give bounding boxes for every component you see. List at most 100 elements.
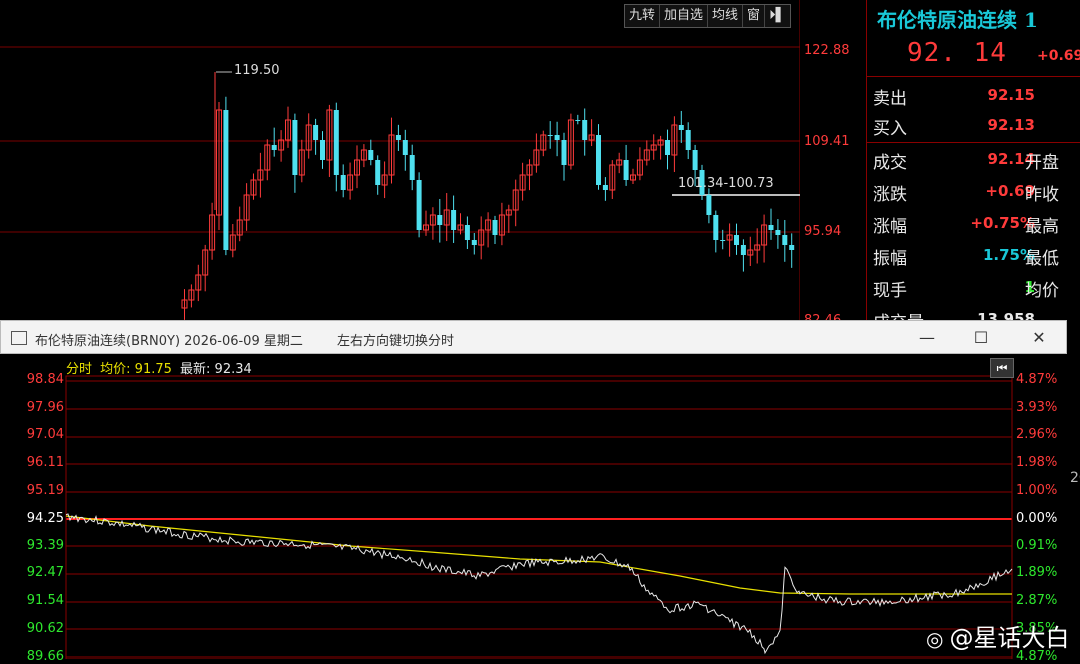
quote-row: 涨幅 +0.75% 最高 bbox=[873, 208, 1080, 238]
kline-candle bbox=[320, 140, 325, 160]
kline-candle bbox=[720, 240, 726, 241]
close-button[interactable]: ✕ bbox=[1019, 325, 1059, 351]
toolbar-add-favorite-button[interactable]: 加自选 bbox=[660, 5, 709, 27]
kline-ytick: 95.94 bbox=[804, 224, 842, 239]
kline-ytick: 109.41 bbox=[804, 134, 850, 149]
intraday-left-tick: 94.25 bbox=[26, 511, 64, 526]
toolbar-jiuzhuan-button[interactable]: 九转 bbox=[625, 5, 661, 27]
kline-candle bbox=[340, 175, 346, 190]
kline-candle bbox=[292, 120, 298, 175]
last-price: 92. 14 bbox=[907, 38, 1007, 68]
kline-candle bbox=[561, 140, 567, 165]
kline-candle bbox=[782, 235, 788, 245]
divider bbox=[867, 76, 1080, 77]
quote-row-label2: 昨收 bbox=[1025, 185, 1059, 205]
intraday-left-tick: 90.62 bbox=[26, 621, 64, 636]
kline-candle bbox=[602, 185, 608, 190]
kline-candle bbox=[789, 245, 795, 250]
instrument-title: 布伦特原油连续 1 bbox=[877, 8, 1038, 32]
kline-candle bbox=[554, 135, 560, 140]
kline-candle bbox=[471, 240, 477, 245]
kline-candle bbox=[692, 150, 698, 170]
back-to-start-icon[interactable]: ⏮ bbox=[990, 358, 1014, 378]
kline-candle bbox=[271, 145, 277, 150]
kline-candle bbox=[596, 135, 601, 185]
intraday-right-tick: 3.93% bbox=[1016, 400, 1058, 415]
intraday-right-tick: 2.87% bbox=[1016, 593, 1058, 608]
price-change: +0.69 bbox=[1037, 48, 1080, 64]
intraday-right-tick: 1.00% bbox=[1016, 483, 1058, 498]
kline-candle bbox=[368, 150, 374, 160]
quote-row-label2: 最低 bbox=[1025, 249, 1059, 269]
intraday-left-tick: 93.39 bbox=[26, 538, 64, 553]
chart-frame bbox=[65, 375, 1013, 659]
quote-row-label: 振幅 bbox=[873, 249, 907, 269]
toolbar-ma-button[interactable]: 均线 bbox=[708, 5, 744, 27]
latest-price-label: 最新: 92.34 bbox=[180, 362, 252, 377]
intraday-window: 布伦特原油连续(BRN0Y) 2026-06-09 星期二 左右方向键切换分时 … bbox=[0, 320, 1067, 664]
kline-candle bbox=[623, 160, 629, 180]
minimize-button[interactable]: — bbox=[907, 325, 947, 351]
kline-toolbar: 九转 加自选 均线 窗 ⏵▌ bbox=[624, 4, 791, 28]
intraday-left-tick: 89.66 bbox=[26, 649, 64, 664]
quote-row-label: 成交 bbox=[873, 153, 907, 173]
kline-high-label: 119.50 bbox=[234, 63, 280, 78]
quote-row: 振幅 1.75% 最低 bbox=[873, 240, 1080, 270]
weibo-icon: ◎ bbox=[926, 627, 944, 651]
info-label: 分时 bbox=[66, 362, 93, 377]
kline-ytick: 122.88 bbox=[804, 43, 850, 58]
kline-candle bbox=[575, 120, 581, 121]
quote-row-label: 卖出 bbox=[873, 89, 907, 109]
intraday-left-tick: 96.11 bbox=[26, 455, 64, 470]
intraday-right-tick: 4.87% bbox=[1016, 372, 1058, 387]
kline-candle bbox=[464, 225, 470, 240]
avg-price-line bbox=[65, 515, 1012, 595]
kline-candle bbox=[395, 135, 401, 140]
avg-price-label: 均价: 91.75 bbox=[100, 362, 172, 377]
intraday-right-tick: 0.91% bbox=[1016, 538, 1058, 553]
watermark-text: @星话大白 bbox=[949, 624, 1070, 652]
intraday-infobar: 分时 均价: 91.75 最新: 92.34 bbox=[66, 358, 256, 377]
intraday-left-tick: 92.47 bbox=[26, 565, 64, 580]
quote-row-label: 现手 bbox=[873, 281, 907, 301]
quote-panel: 布伦特原油连续 1 92. 14 +0.69 卖出 92.15 买入 92.13 成交 9… bbox=[866, 0, 1080, 333]
maximize-button[interactable]: ☐ bbox=[961, 325, 1001, 351]
quote-row: 成交 92.14 开盘 bbox=[873, 144, 1080, 174]
quote-row: 涨跌 +0.69 昨收 bbox=[873, 176, 1080, 206]
toolbar-window-button[interactable]: 窗 bbox=[743, 5, 766, 27]
kline-candle bbox=[706, 195, 712, 215]
kline-candle bbox=[416, 180, 422, 230]
kline-chart-panel[interactable]: 九转 加自选 均线 窗 ⏵▌ bbox=[0, 0, 800, 320]
window-titlebar[interactable]: 布伦特原油连续(BRN0Y) 2026-06-09 星期二 左右方向键切换分时 … bbox=[0, 320, 1067, 354]
quote-row: 买入 92.13 bbox=[873, 110, 1080, 140]
kline-candle bbox=[665, 140, 670, 155]
edge-text: 20 bbox=[1070, 470, 1080, 486]
kline-candle bbox=[775, 230, 781, 235]
quote-row-label2: 最高 bbox=[1025, 217, 1059, 237]
quote-row: 卖出 92.15 bbox=[873, 80, 1080, 110]
toolbar-play-icon[interactable]: ⏵▌ bbox=[765, 5, 790, 27]
intraday-right-tick: 1.89% bbox=[1016, 565, 1058, 580]
quote-row: 现手 1 均价 bbox=[873, 272, 1080, 302]
app-icon bbox=[11, 331, 27, 345]
kline-candle bbox=[740, 245, 746, 255]
window-hint: 左右方向键切换分时 bbox=[337, 334, 455, 349]
kline-candle bbox=[678, 125, 684, 130]
intraday-right-tick: 2.96% bbox=[1016, 427, 1058, 442]
window-title: 布伦特原油连续(BRN0Y) 2026-06-09 星期二 bbox=[35, 334, 303, 349]
quote-row-label: 涨幅 bbox=[873, 217, 907, 237]
intraday-chart[interactable] bbox=[0, 354, 1067, 659]
kline-candle bbox=[734, 235, 739, 245]
kline-candle bbox=[547, 135, 553, 136]
watermark: ◎ @星话大白 bbox=[926, 618, 1069, 653]
kline-candle bbox=[409, 155, 415, 180]
kline-candle bbox=[402, 140, 408, 155]
intraday-price-line bbox=[65, 513, 1013, 655]
kline-chart[interactable] bbox=[0, 0, 800, 320]
kline-candle bbox=[313, 125, 319, 140]
intraday-left-tick: 91.54 bbox=[26, 593, 64, 608]
kline-candle bbox=[582, 120, 588, 140]
kline-candle bbox=[451, 210, 457, 230]
quote-row-label: 买入 bbox=[873, 119, 907, 139]
intraday-left-tick: 98.84 bbox=[26, 372, 64, 387]
